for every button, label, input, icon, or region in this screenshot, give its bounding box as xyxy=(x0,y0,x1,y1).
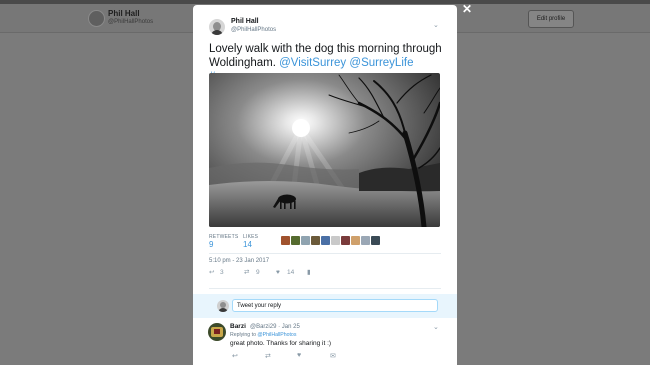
replying-to: Replying to @PhilHallPhotos xyxy=(230,332,296,338)
likes-count[interactable]: 14 xyxy=(243,240,252,249)
actions-divider xyxy=(209,288,441,289)
reply-menu-chevron-icon[interactable]: ⌄ xyxy=(433,323,439,331)
reply-reply-icon[interactable]: ↩ xyxy=(232,352,238,360)
reply-composer: Tweet your reply xyxy=(193,294,457,318)
reply-author-avatar[interactable] xyxy=(208,323,226,341)
tweet-timestamp[interactable]: 5:10 pm - 23 Jan 2017 xyxy=(209,258,269,264)
bw-landscape-horse-sun-image xyxy=(209,73,440,227)
liker-avatars xyxy=(281,236,381,245)
liker-avatar[interactable] xyxy=(331,236,340,245)
tweet-modal: Phil Hall @PhilHallPhotos ⌄ Lovely walk … xyxy=(193,5,457,365)
liker-avatar[interactable] xyxy=(361,236,370,245)
liker-avatar[interactable] xyxy=(301,236,310,245)
retweets-count[interactable]: 9 xyxy=(209,240,213,249)
tweet-photo[interactable] xyxy=(209,73,440,227)
profile-handle: @PhilHallPhotos xyxy=(108,19,154,25)
reply-input[interactable]: Tweet your reply xyxy=(232,299,438,312)
liker-avatar[interactable] xyxy=(281,236,290,245)
author-avatar[interactable] xyxy=(209,19,225,35)
author-name[interactable]: Phil Hall xyxy=(231,18,259,25)
reply-icon[interactable]: ↩ xyxy=(209,268,214,278)
close-modal-icon[interactable]: ✕ xyxy=(462,2,472,16)
author-handle[interactable]: @PhilHallPhotos xyxy=(231,27,276,33)
liker-avatar[interactable] xyxy=(291,236,300,245)
liker-avatar[interactable] xyxy=(351,236,360,245)
liker-avatar[interactable] xyxy=(341,236,350,245)
profile-banner-strip xyxy=(0,0,650,4)
retweet-count: 9 xyxy=(256,269,260,276)
like-count: 14 xyxy=(287,269,295,276)
reply-dm-icon[interactable]: ✉ xyxy=(330,352,336,360)
reply-author-handle[interactable]: @Barzi29 · Jan 25 xyxy=(250,324,300,330)
like-heart-icon[interactable]: ♥ xyxy=(276,268,280,278)
reply-like-heart-icon[interactable]: ♥ xyxy=(297,352,301,359)
liker-avatar[interactable] xyxy=(321,236,330,245)
liker-avatar[interactable] xyxy=(371,236,380,245)
composer-avatar xyxy=(217,300,229,312)
liker-avatar[interactable] xyxy=(311,236,320,245)
profile-avatar xyxy=(88,10,105,27)
retweet-icon[interactable]: ⇄ xyxy=(244,268,249,278)
reply-text: great photo. Thanks for sharing it :) xyxy=(230,340,332,347)
replying-to-prefix: Replying to xyxy=(230,332,258,338)
reply-author-name[interactable]: Barzi xyxy=(230,323,246,330)
edit-profile-button[interactable]: Edit profile xyxy=(528,10,574,28)
profile-name: Phil Hall xyxy=(108,9,140,18)
analytics-icon[interactable]: ▮ xyxy=(307,268,311,278)
reply-count: 3 xyxy=(220,269,224,276)
mention-visitsurrey-link[interactable]: @VisitSurrey xyxy=(279,57,346,69)
stats-divider xyxy=(209,253,441,254)
replying-to-handle-link[interactable]: @PhilHallPhotos xyxy=(257,332,296,338)
reply-retweet-icon[interactable]: ⇄ xyxy=(265,352,271,360)
mention-surreylife-link[interactable]: @SurreyLife xyxy=(349,57,413,69)
tweet-menu-chevron-icon[interactable]: ⌄ xyxy=(433,21,439,29)
